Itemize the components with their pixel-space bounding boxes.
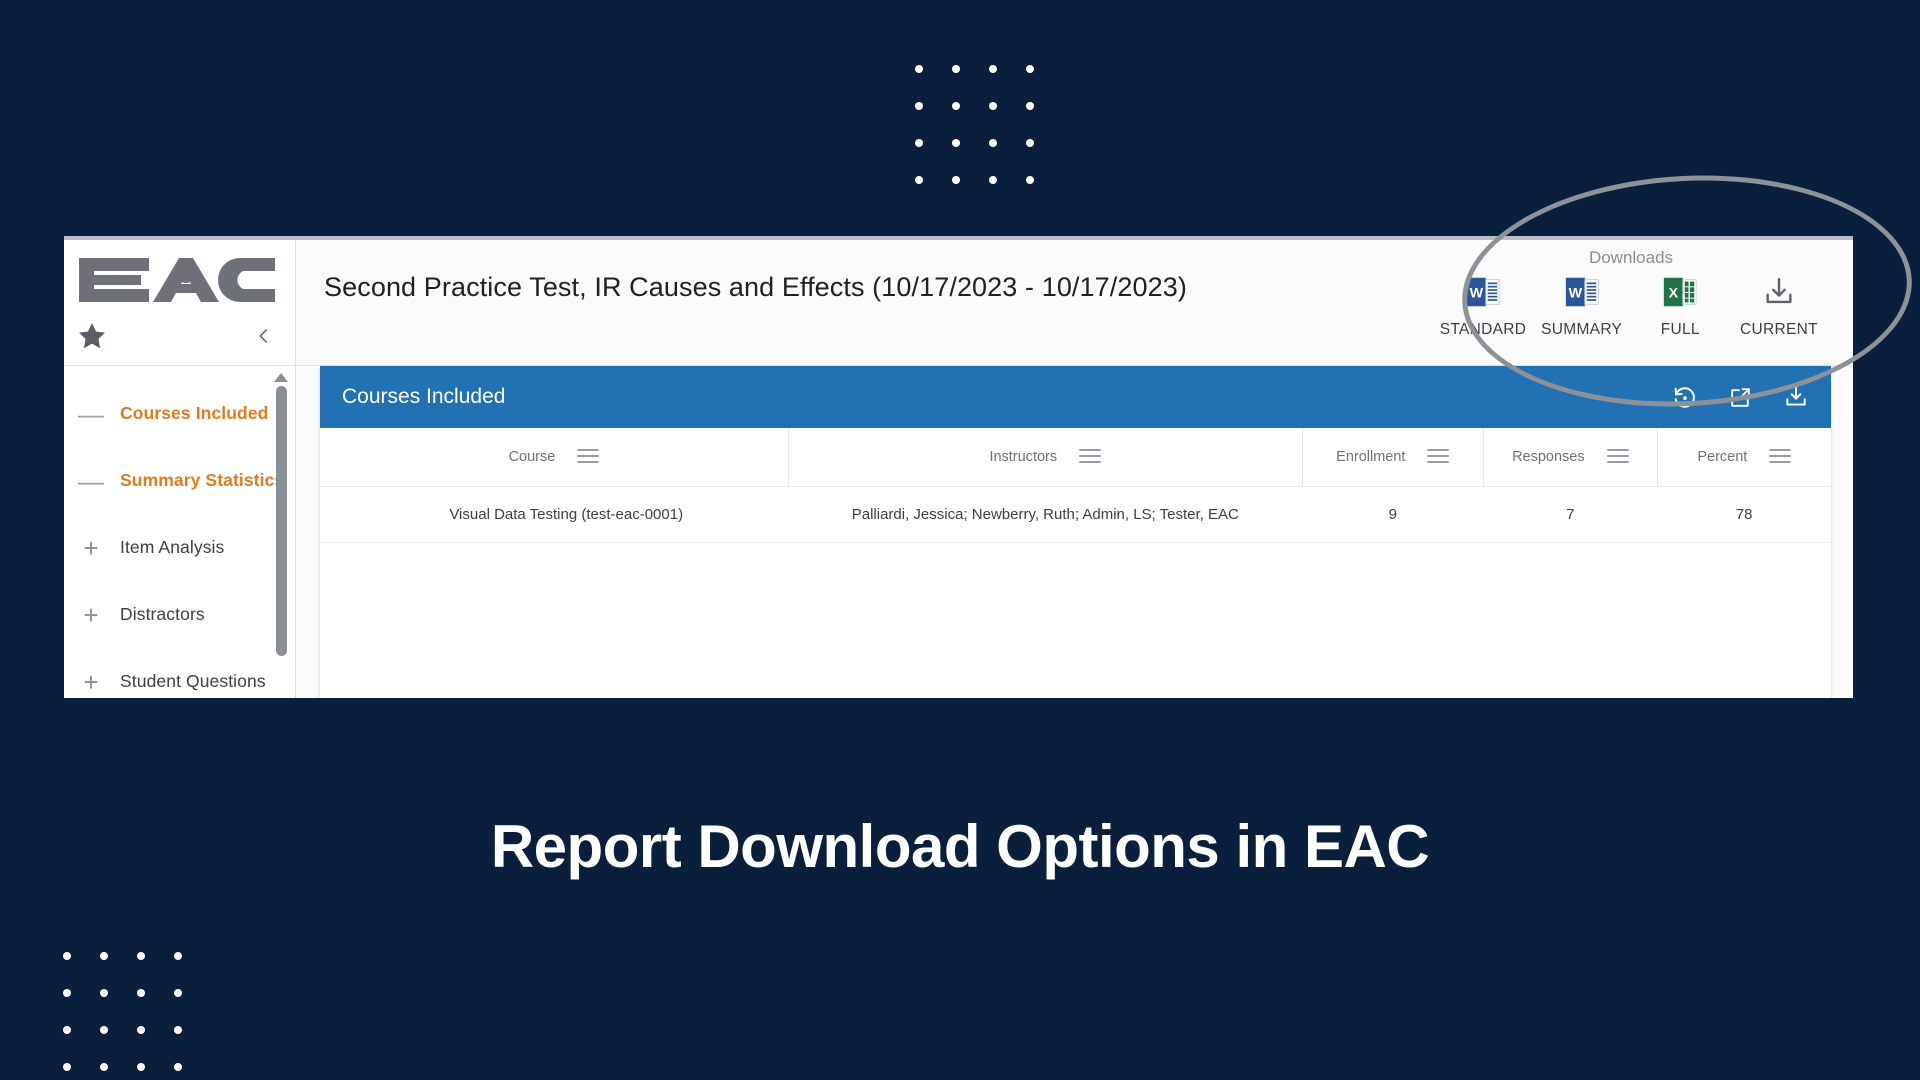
downloads-section: Downloads W STANDARD W SUMMARY X FULL CU… [1431,248,1831,339]
plus-icon[interactable]: + [74,602,108,628]
sidebar-item-label: Distractors [120,604,205,624]
column-menu-icon[interactable] [577,448,600,465]
decorative-dot-grid-bottom [63,952,182,1071]
word-doc-icon: W [1536,272,1628,312]
column-menu-icon[interactable] [1606,448,1629,465]
sidebar-item-label: Summary Statistics [120,470,285,490]
sidebar-item-label: Item Analysis [120,537,225,557]
download-icon[interactable] [1783,384,1809,410]
main-content: Second Practice Test, IR Causes and Effe… [296,240,1853,698]
brand-row [64,315,295,357]
decorative-dot-grid-top [915,65,1034,184]
panel-actions [1672,384,1809,410]
slide-caption: Report Download Options in EAC [490,813,1430,880]
restore-icon[interactable] [1672,384,1698,410]
svg-text:W: W [1568,286,1582,302]
scroll-up-arrow-icon[interactable] [274,373,288,382]
plus-icon[interactable]: + [74,535,108,561]
courses-included-panel: Courses Included Course Instructors Enro… [320,366,1831,698]
sidebar-item-distractors[interactable]: + Distractors [64,581,295,648]
download-option-caption: FULL [1660,321,1700,338]
download-current-button[interactable]: CURRENT [1733,272,1825,339]
column-menu-icon[interactable] [1427,448,1450,465]
download-standard-button[interactable]: W STANDARD [1437,272,1529,339]
eac-logo [79,258,275,302]
scrollbar-thumb[interactable] [275,386,287,656]
sidebar-nav: — Courses Included — Summary Statistics … [64,366,295,698]
open-in-new-icon[interactable] [1728,385,1753,410]
downloads-label: Downloads [1588,248,1674,267]
sidebar-scrollbar[interactable] [273,373,289,698]
svg-text:W: W [1470,286,1484,302]
download-option-caption: CURRENT [1740,321,1818,338]
star-icon[interactable] [78,322,106,350]
column-header-instructors[interactable]: Instructors [787,428,1303,487]
cell-course: Visual Data Testing (test-eac-0001) [320,486,789,543]
column-header-course[interactable]: Course [320,428,789,487]
sidebar-item-courses-included[interactable]: — Courses Included [64,380,295,447]
courses-table: Course Instructors Enrollment Responses … [320,428,1831,543]
sidebar-item-item-analysis[interactable]: + Item Analysis [64,514,295,581]
brand-box [64,240,295,366]
word-doc-icon: W [1437,272,1529,312]
svg-text:X: X [1669,286,1679,302]
column-header-label: Enrollment [1336,448,1406,465]
column-header-label: Responses [1512,448,1585,465]
panel-title: Courses Included [342,385,506,408]
table-header-row: Course Instructors Enrollment Responses … [320,428,1831,487]
cell-instructors: Palliardi, Jessica; Newberry, Ruth; Admi… [788,486,1303,543]
sidebar-item-student-questions[interactable]: + Student Questions [64,648,295,698]
sidebar: — Courses Included — Summary Statistics … [64,240,296,698]
cell-enrollment: 9 [1302,486,1484,543]
page-title: Second Practice Test, IR Causes and Effe… [324,272,1187,302]
download-icon [1733,272,1825,312]
column-header-responses[interactable]: Responses [1482,428,1658,487]
chevron-left-icon[interactable] [255,327,273,345]
column-header-percent[interactable]: Percent [1656,428,1831,487]
app-screenshot: — Courses Included — Summary Statistics … [64,236,1853,698]
download-summary-button[interactable]: W SUMMARY [1536,272,1628,339]
cell-percent: 78 [1657,486,1831,543]
download-option-caption: SUMMARY [1541,321,1623,338]
excel-sheet-icon: X [1634,272,1726,312]
slide: — Courses Included — Summary Statistics … [0,0,1920,1080]
column-header-label: Percent [1697,448,1748,465]
download-option-caption: STANDARD [1439,321,1527,338]
sidebar-item-label: Student Questions [120,671,266,691]
column-header-label: Course [508,448,556,465]
sidebar-item-label: Courses Included [120,403,269,423]
plus-icon[interactable]: + [74,669,108,695]
panel-header: Courses Included [320,366,1831,428]
minus-icon[interactable]: — [74,468,108,494]
download-full-button[interactable]: X FULL [1634,272,1726,339]
column-menu-icon[interactable] [1079,448,1102,465]
table-row[interactable]: Visual Data Testing (test-eac-0001) Pall… [320,486,1831,543]
cell-responses: 7 [1483,486,1658,543]
minus-icon[interactable]: — [74,401,108,427]
sidebar-item-summary-statistics[interactable]: — Summary Statistics [64,447,295,514]
column-menu-icon[interactable] [1769,448,1792,465]
column-header-label: Instructors [989,448,1058,465]
column-header-enrollment[interactable]: Enrollment [1301,428,1484,487]
report-topbar: Second Practice Test, IR Causes and Effe… [296,240,1853,366]
